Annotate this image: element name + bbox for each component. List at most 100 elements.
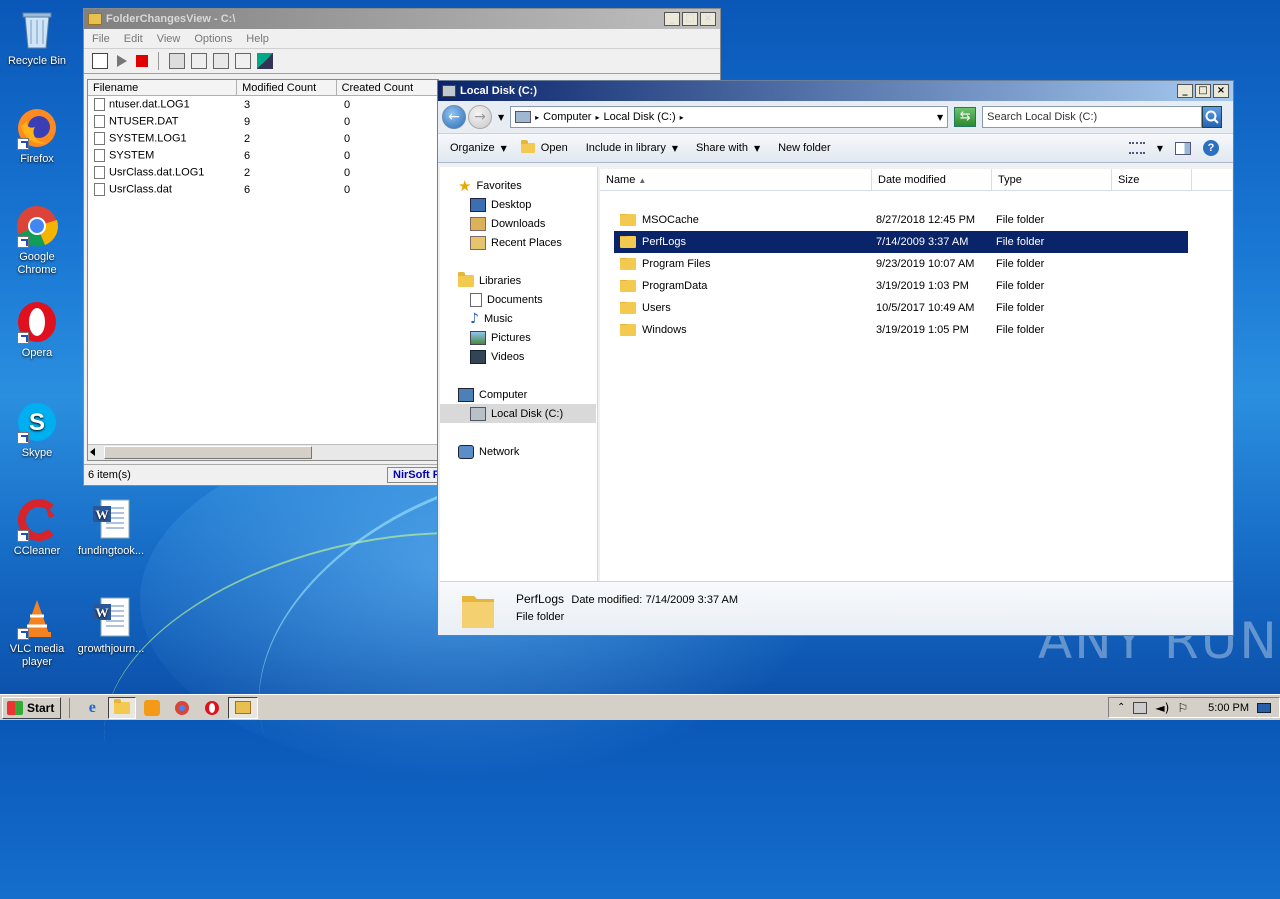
desktop-icon-chrome[interactable]: Google Chrome <box>0 204 74 277</box>
desktop-icon-recycle-bin[interactable]: Recycle Bin <box>0 8 74 68</box>
maximize-button[interactable]: □ <box>1195 84 1211 98</box>
search-icon[interactable] <box>1202 106 1223 128</box>
scroll-left-arrow-icon[interactable] <box>90 448 95 456</box>
copy-icon[interactable] <box>191 53 207 69</box>
list-item[interactable]: ProgramData 3/19/2019 1:03 PM File folder <box>614 275 1188 297</box>
column-header-created-count[interactable]: Created Count <box>337 80 438 95</box>
nav-network[interactable]: Network <box>458 443 519 461</box>
help-icon[interactable]: ? <box>1203 140 1219 156</box>
forward-button[interactable]: → <box>468 105 492 129</box>
desktop-icon-vlc[interactable]: VLC media player <box>0 596 74 669</box>
nav-favorites[interactable]: ★ Favorites <box>458 177 522 195</box>
address-bar[interactable]: ▸ Computer ▸ Local Disk (C:) ▸ ▼ <box>510 106 949 128</box>
chrome-taskbar-icon[interactable] <box>168 697 196 719</box>
breadcrumb-separator-icon[interactable]: ▸ <box>595 113 599 122</box>
include-in-library-button[interactable]: Include in library ▼ <box>586 142 678 154</box>
find-icon[interactable] <box>235 53 251 69</box>
table-row[interactable]: ntuser.dat.LOG1 3 0 <box>88 96 438 113</box>
table-row[interactable]: UsrClass.dat 6 0 <box>88 181 438 198</box>
column-header-name[interactable]: Name ▲ <box>600 169 872 190</box>
volume-icon[interactable]: ◄) <box>1155 701 1169 715</box>
menu-help[interactable]: Help <box>246 33 269 45</box>
explorer-taskbar-icon[interactable] <box>108 696 137 719</box>
nav-music[interactable]: ♪ Music <box>470 310 513 328</box>
list-item[interactable]: MSOCache 8/27/2018 12:45 PM File folder <box>614 209 1188 231</box>
breadcrumb-local-disk[interactable]: Local Disk (C:) <box>603 111 675 123</box>
explorer-titlebar[interactable]: Local Disk (C:) _ □ × <box>438 81 1233 101</box>
fcv-titlebar[interactable]: FolderChangesView - C:\ _ □ × <box>84 9 720 29</box>
clock[interactable]: 5:00 PM <box>1208 702 1249 714</box>
show-desktop-icon[interactable] <box>1257 702 1272 713</box>
list-item[interactable]: Users 10/5/2017 10:49 AM File folder <box>614 297 1188 319</box>
nav-downloads[interactable]: Downloads <box>470 215 545 233</box>
list-item[interactable]: Windows 3/19/2019 1:05 PM File folder <box>614 319 1188 341</box>
column-header-size[interactable]: Size <box>1112 169 1192 190</box>
breadcrumb-separator-icon[interactable]: ▸ <box>535 113 539 122</box>
ie-taskbar-icon[interactable]: e <box>78 697 106 719</box>
table-row[interactable]: UsrClass.dat.LOG1 2 0 <box>88 164 438 181</box>
options-icon[interactable] <box>92 53 108 69</box>
minimize-button[interactable]: _ <box>664 12 680 26</box>
desktop-icon-word-doc[interactable]: W fundingtook... <box>74 498 148 558</box>
new-folder-button[interactable]: New folder <box>778 142 831 154</box>
column-header-modified-count[interactable]: Modified Count <box>237 80 337 95</box>
table-row[interactable]: NTUSER.DAT 9 0 <box>88 113 438 130</box>
open-button[interactable]: Open <box>520 140 568 154</box>
refresh-icon[interactable]: ⇆ <box>954 107 977 127</box>
table-row[interactable]: SYSTEM.LOG1 2 0 <box>88 130 438 147</box>
play-icon[interactable] <box>117 55 127 67</box>
properties-icon[interactable] <box>213 53 229 69</box>
nav-local-disk[interactable]: Local Disk (C:) <box>440 404 596 423</box>
nav-desktop[interactable]: Desktop <box>470 196 531 214</box>
exit-icon[interactable] <box>257 53 273 69</box>
share-with-button[interactable]: Share with ▼ <box>696 142 760 154</box>
menu-options[interactable]: Options <box>194 33 232 45</box>
item-count: 6 item(s) <box>88 468 131 481</box>
network-tray-icon[interactable] <box>1133 701 1148 714</box>
preview-pane-icon[interactable] <box>1175 141 1191 155</box>
search-input[interactable]: Search Local Disk (C:) <box>982 106 1203 128</box>
breadcrumb-separator-icon[interactable]: ▸ <box>680 113 684 122</box>
menu-edit[interactable]: Edit <box>124 33 143 45</box>
column-header-date-modified[interactable]: Date modified <box>872 169 992 190</box>
nav-pictures[interactable]: Pictures <box>470 329 531 347</box>
scrollbar-thumb[interactable] <box>104 446 312 459</box>
column-header-filename[interactable]: Filename <box>88 80 238 95</box>
back-button[interactable]: ← <box>442 105 466 129</box>
show-hidden-icons-chevron-up-icon[interactable]: ⌃ <box>1117 702 1125 713</box>
desktop-icon-firefox[interactable]: Firefox <box>0 106 74 166</box>
folderchangesview-taskbar-icon[interactable] <box>228 696 259 719</box>
desktop-icon-ccleaner[interactable]: CCleaner <box>0 498 74 558</box>
nav-libraries[interactable]: Libraries <box>458 272 521 290</box>
list-item[interactable]: PerfLogs 7/14/2009 3:37 AM File folder <box>614 231 1188 253</box>
opera-taskbar-icon[interactable] <box>198 697 226 719</box>
maximize-button[interactable]: □ <box>682 12 698 26</box>
minimize-button[interactable]: _ <box>1177 84 1193 98</box>
start-button[interactable]: Start <box>2 696 62 719</box>
menu-view[interactable]: View <box>157 33 181 45</box>
recent-pages-chevron-down-icon[interactable]: ▼ <box>498 113 504 122</box>
list-item[interactable]: Program Files 9/23/2019 10:07 AM File fold… <box>614 253 1188 275</box>
desktop-icon-opera[interactable]: Opera <box>0 300 74 360</box>
media-player-taskbar-icon[interactable] <box>138 697 166 719</box>
desktop-icon-skype[interactable]: S Skype <box>0 400 74 460</box>
view-options-chevron-down-icon[interactable]: ▼ <box>1157 144 1163 153</box>
address-history-chevron-down-icon[interactable]: ▼ <box>937 113 947 122</box>
desktop-icon-word-doc[interactable]: W growthjourn... <box>74 596 148 656</box>
horizontal-scrollbar[interactable] <box>88 444 438 460</box>
table-row[interactable]: SYSTEM 6 0 <box>88 147 438 164</box>
column-header-type[interactable]: Type <box>992 169 1112 190</box>
nav-documents[interactable]: Documents <box>470 291 543 309</box>
nav-computer[interactable]: Computer <box>458 386 527 404</box>
action-center-flag-icon[interactable]: ⚐ <box>1177 701 1188 715</box>
close-button[interactable]: × <box>700 12 716 26</box>
organize-button[interactable]: Organize ▼ <box>450 142 507 154</box>
stop-icon[interactable] <box>136 55 148 67</box>
change-view-icon[interactable] <box>1128 142 1145 154</box>
nav-recent-places[interactable]: Recent Places <box>470 234 562 252</box>
breadcrumb-computer[interactable]: Computer <box>543 111 591 123</box>
save-icon[interactable] <box>169 53 185 69</box>
nav-videos[interactable]: Videos <box>470 348 524 366</box>
menu-file[interactable]: File <box>92 33 110 45</box>
close-button[interactable]: × <box>1213 84 1229 98</box>
